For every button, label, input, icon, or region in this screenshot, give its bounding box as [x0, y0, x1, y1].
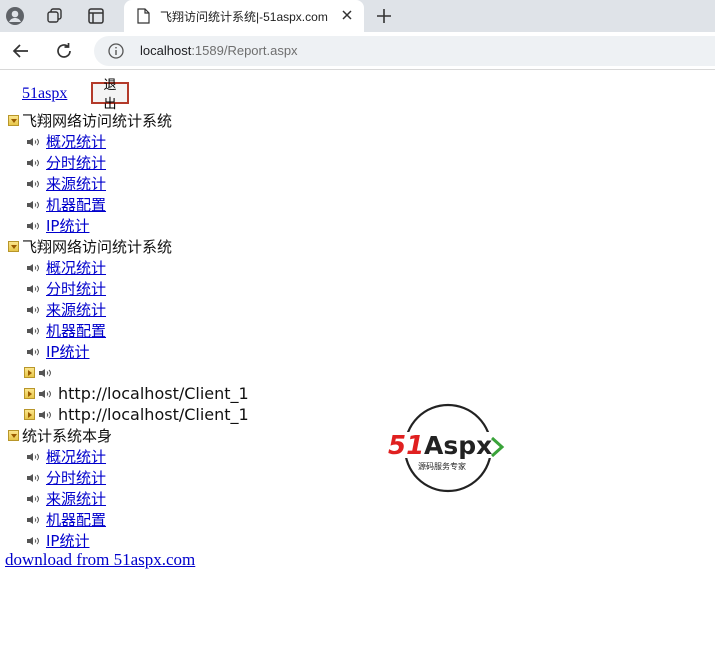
speaker-icon: [26, 447, 46, 466]
tree-item: 机器配置: [26, 194, 106, 215]
address-bar: localhost:1589/Report.aspx: [0, 32, 715, 70]
tree-item-link[interactable]: 分时统计: [46, 152, 106, 173]
active-tab[interactable]: 飞翔访问统计系统|-51aspx.com: [124, 0, 364, 32]
tree-item-link[interactable]: IP统计: [46, 341, 89, 362]
tree-group-label: 飞翔网络访问统计系统: [22, 238, 173, 256]
speaker-icon: [26, 153, 46, 172]
page-content: 51aspx 退出 飞翔网络访问统计系统 概况统计 分时统计 来源统计 机器配置 IP统计…: [0, 70, 715, 658]
speaker-icon: [26, 195, 46, 214]
tab-strip: 飞翔访问统计系统|-51aspx.com: [0, 0, 715, 32]
page-icon: [136, 8, 150, 28]
speaker-icon: [26, 132, 46, 151]
tree-group-label: 飞翔网络访问统计系统: [22, 112, 173, 130]
tree-subnode-label: http://localhost/Client_1: [58, 405, 249, 424]
url-path: :1589/Report.aspx: [191, 43, 298, 58]
tree-item-link[interactable]: 来源统计: [46, 488, 106, 509]
tree-item: IP统计: [26, 530, 89, 551]
new-tab-icon[interactable]: [375, 7, 393, 29]
tree-subnode[interactable]: http://localhost/Client_1: [24, 383, 249, 404]
tree-item: 来源统计: [26, 173, 106, 194]
tab-actions-icon[interactable]: [86, 6, 106, 26]
tree-item-link[interactable]: IP统计: [46, 215, 89, 236]
svg-text:Aspx: Aspx: [424, 431, 492, 460]
speaker-icon: [26, 279, 46, 298]
download-link[interactable]: download from 51aspx.com: [5, 550, 195, 570]
collapse-toggle-icon[interactable]: [24, 367, 35, 378]
profile-icon[interactable]: [5, 6, 25, 26]
tree-item: 来源统计: [26, 488, 106, 509]
tree-item-link[interactable]: 来源统计: [46, 299, 106, 320]
url-field[interactable]: localhost:1589/Report.aspx: [94, 36, 715, 66]
tree-item-link[interactable]: 机器配置: [46, 320, 106, 341]
tree-group-label: 统计系统本身: [22, 427, 113, 445]
back-icon[interactable]: [11, 41, 31, 65]
speaker-icon: [26, 321, 46, 340]
tree-item-link[interactable]: 概况统计: [46, 131, 106, 152]
speaker-icon: [26, 468, 46, 487]
speaker-icon: [26, 531, 46, 550]
collapse-toggle-icon[interactable]: [24, 388, 35, 399]
tree-item: IP统计: [26, 215, 89, 236]
expand-toggle-icon[interactable]: [8, 241, 19, 252]
speaker-icon: [38, 363, 58, 382]
tree-item: 概况统计: [26, 446, 106, 467]
51aspx-logo: 51 Aspx 源码服务专家: [386, 402, 512, 494]
tree-subnode[interactable]: http://localhost/Client_1: [24, 404, 249, 425]
tab-title: 飞翔访问统计系统|-51aspx.com: [160, 10, 328, 24]
expand-toggle-icon[interactable]: [8, 430, 19, 441]
url-text: localhost:1589/Report.aspx: [140, 43, 298, 58]
tree-item: 分时统计: [26, 467, 106, 488]
tree-group-2[interactable]: 统计系统本身: [8, 425, 112, 446]
tree-item: 机器配置: [26, 509, 106, 530]
tree-item: 机器配置: [26, 320, 106, 341]
tree-item-link[interactable]: IP统计: [46, 530, 89, 551]
tree-subnode[interactable]: [24, 362, 58, 383]
expand-toggle-icon[interactable]: [8, 115, 19, 126]
tree-item: 概况统计: [26, 131, 106, 152]
tree-item-link[interactable]: 概况统计: [46, 257, 106, 278]
tree-subnode-label: http://localhost/Client_1: [58, 384, 249, 403]
tree-item: IP统计: [26, 341, 89, 362]
tree-item-link[interactable]: 分时统计: [46, 278, 106, 299]
speaker-icon: [26, 342, 46, 361]
speaker-icon: [38, 384, 58, 403]
tree-item: 分时统计: [26, 152, 106, 173]
tree-item-link[interactable]: 来源统计: [46, 173, 106, 194]
tree-item-link[interactable]: 分时统计: [46, 467, 106, 488]
speaker-icon: [26, 489, 46, 508]
site-info-icon[interactable]: [108, 43, 124, 63]
tree-item-link[interactable]: 机器配置: [46, 194, 106, 215]
site-link[interactable]: 51aspx: [22, 85, 67, 103]
logo-tagline: 源码服务专家: [418, 461, 466, 471]
url-host: localhost: [140, 43, 192, 58]
speaker-icon: [26, 300, 46, 319]
tree-item-link[interactable]: 概况统计: [46, 446, 106, 467]
tree-item-link[interactable]: 机器配置: [46, 509, 106, 530]
svg-text:51: 51: [388, 431, 424, 461]
speaker-icon: [26, 174, 46, 193]
collapse-toggle-icon[interactable]: [24, 409, 35, 420]
reload-icon[interactable]: [54, 41, 74, 65]
tree-item: 分时统计: [26, 278, 106, 299]
tree-item: 概况统计: [26, 257, 106, 278]
tree-item: 来源统计: [26, 299, 106, 320]
speaker-icon: [38, 405, 58, 424]
close-icon[interactable]: [339, 7, 355, 23]
speaker-icon: [26, 510, 46, 529]
logout-button[interactable]: 退出: [91, 78, 129, 112]
tree-group-1[interactable]: 飞翔网络访问统计系统: [8, 236, 172, 257]
collections-icon[interactable]: [45, 6, 65, 26]
speaker-icon: [26, 258, 46, 277]
tree-group-0[interactable]: 飞翔网络访问统计系统: [8, 110, 172, 131]
speaker-icon: [26, 216, 46, 235]
